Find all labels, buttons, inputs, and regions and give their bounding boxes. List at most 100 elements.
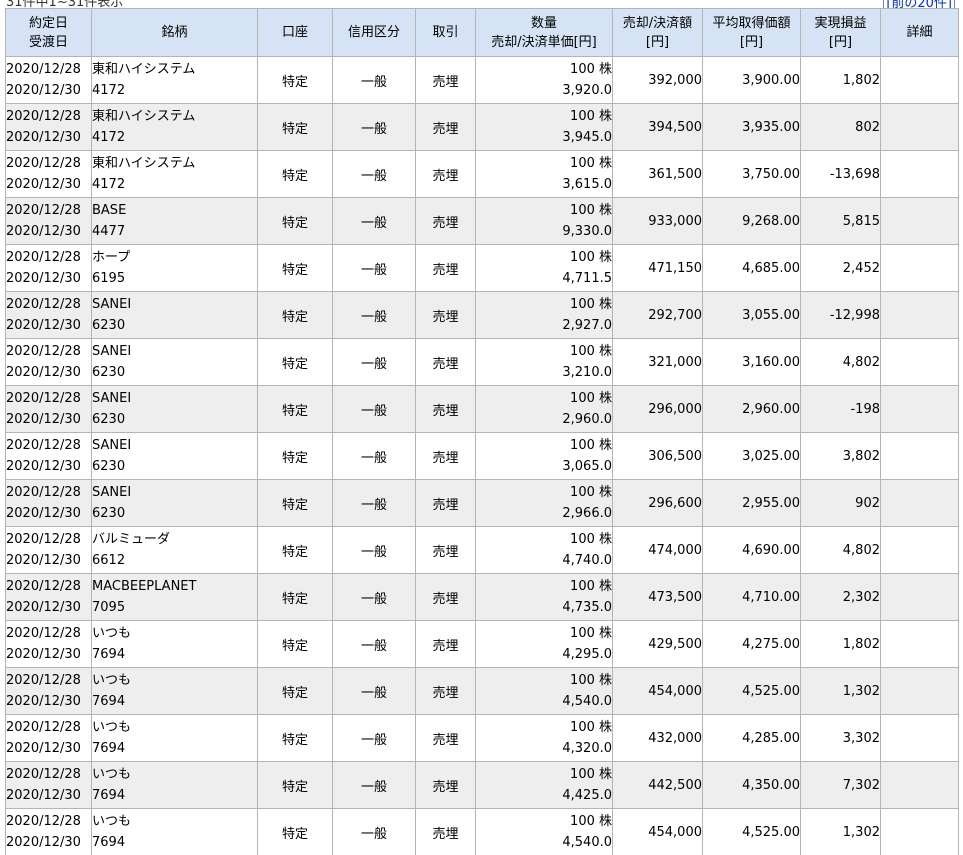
col-header-date: 約定日 受渡日 — [5, 8, 92, 57]
amount-cell: 306,500 — [612, 432, 703, 480]
avg-price-cell: 2,955.00 — [702, 479, 801, 527]
date-cell: 2020/12/28 2020/12/30 — [5, 244, 92, 292]
detail-cell[interactable] — [880, 573, 959, 621]
account-cell: 特定 — [257, 714, 333, 762]
date-cell: 2020/12/28 2020/12/30 — [5, 667, 92, 715]
qty-cell: 100 株 3,945.0 — [475, 103, 613, 151]
credit-cell: 一般 — [332, 620, 416, 668]
account-cell: 特定 — [257, 620, 333, 668]
detail-cell[interactable] — [880, 244, 959, 292]
account-cell: 特定 — [257, 291, 333, 339]
col-header-qty-line1: 数量 — [530, 15, 557, 31]
unit-price: 2,966.0 — [562, 506, 612, 521]
unit-price: 4,540.0 — [562, 694, 612, 709]
detail-cell[interactable] — [880, 761, 959, 809]
trade-date: 2020/12/28 — [6, 250, 81, 265]
unit-price: 3,920.0 — [562, 83, 612, 98]
trade-type-cell: 売埋 — [415, 620, 476, 668]
detail-cell[interactable] — [880, 479, 959, 527]
qty-cell: 100 株 2,927.0 — [475, 291, 613, 339]
detail-cell[interactable] — [880, 432, 959, 480]
stock-name: いつも — [92, 673, 132, 688]
detail-cell[interactable] — [880, 291, 959, 339]
pnl-cell: 2,302 — [800, 573, 881, 621]
qty-cell: 100 株 4,740.0 — [475, 526, 613, 574]
col-header-amount-line2: [円] — [645, 34, 670, 50]
trade-history-table: 約定日 受渡日 銘柄 口座 信用区分 取引 数量 売却/決済単価[円] 売却/決… — [5, 8, 959, 855]
pnl-cell: 802 — [800, 103, 881, 151]
qty-cell: 100 株 3,210.0 — [475, 338, 613, 386]
pnl-cell: -198 — [800, 385, 881, 433]
trade-type-cell: 売埋 — [415, 385, 476, 433]
qty-cell: 100 株 4,295.0 — [475, 620, 613, 668]
stock-code: 6612 — [92, 553, 126, 568]
stock-code: 7694 — [92, 835, 126, 850]
date-cell: 2020/12/28 2020/12/30 — [5, 197, 92, 245]
col-header-pnl-line1: 実現損益 — [814, 15, 867, 31]
trade-date: 2020/12/28 — [6, 579, 81, 594]
stock-code: 6230 — [92, 412, 126, 427]
unit-price: 4,295.0 — [562, 647, 612, 662]
date-cell: 2020/12/28 2020/12/30 — [5, 291, 92, 339]
detail-cell[interactable] — [880, 667, 959, 715]
detail-cell[interactable] — [880, 197, 959, 245]
stock-code: 6230 — [92, 318, 126, 333]
col-header-amount-line1: 売却/決済額 — [622, 15, 693, 31]
detail-cell[interactable] — [880, 338, 959, 386]
stock-cell: ホープ 6195 — [91, 244, 258, 292]
table-row: 2020/12/28 2020/12/30 SANEI 6230 特定 一般 売… — [5, 479, 959, 527]
settle-date: 2020/12/30 — [6, 835, 81, 850]
prev-page-link[interactable]: [前の20件] — [883, 0, 955, 8]
detail-cell[interactable] — [880, 808, 959, 855]
avg-price-cell: 9,268.00 — [702, 197, 801, 245]
amount-cell: 392,000 — [612, 56, 703, 104]
trade-date: 2020/12/28 — [6, 485, 81, 500]
col-header-pnl-line2: [円] — [828, 34, 853, 50]
stock-name: 東和ハイシステム — [92, 109, 196, 124]
unit-price: 4,320.0 — [562, 741, 612, 756]
table-row: 2020/12/28 2020/12/30 SANEI 6230 特定 一般 売… — [5, 291, 959, 339]
detail-cell[interactable] — [880, 385, 959, 433]
detail-cell[interactable] — [880, 150, 959, 198]
date-cell: 2020/12/28 2020/12/30 — [5, 526, 92, 574]
settle-date: 2020/12/30 — [6, 553, 81, 568]
stock-cell: いつも 7694 — [91, 620, 258, 668]
detail-cell[interactable] — [880, 714, 959, 762]
date-cell: 2020/12/28 2020/12/30 — [5, 385, 92, 433]
quantity: 100 株 — [570, 626, 612, 641]
stock-name: いつも — [92, 720, 132, 735]
stock-cell: バルミューダ 6612 — [91, 526, 258, 574]
col-header-qty: 数量 売却/決済単価[円] — [475, 8, 613, 57]
settle-date: 2020/12/30 — [6, 224, 81, 239]
settle-date: 2020/12/30 — [6, 271, 81, 286]
top-bar: 31件中1~31件表示 [前の20件] — [0, 0, 963, 8]
trade-type-cell: 売埋 — [415, 291, 476, 339]
account-cell: 特定 — [257, 761, 333, 809]
detail-cell[interactable] — [880, 526, 959, 574]
trade-date: 2020/12/28 — [6, 297, 81, 312]
table-row: 2020/12/28 2020/12/30 いつも 7694 特定 一般 売埋 … — [5, 808, 959, 855]
trade-date: 2020/12/28 — [6, 438, 81, 453]
stock-name: MACBEEPLANET — [92, 579, 197, 594]
trade-type-cell: 売埋 — [415, 150, 476, 198]
credit-cell: 一般 — [332, 573, 416, 621]
table-row: 2020/12/28 2020/12/30 東和ハイシステム 4172 特定 一… — [5, 150, 959, 198]
table-row: 2020/12/28 2020/12/30 東和ハイシステム 4172 特定 一… — [5, 103, 959, 151]
settle-date: 2020/12/30 — [6, 741, 81, 756]
stock-cell: SANEI 6230 — [91, 479, 258, 527]
credit-cell: 一般 — [332, 103, 416, 151]
stock-cell: いつも 7694 — [91, 808, 258, 855]
trade-type-cell: 売埋 — [415, 103, 476, 151]
avg-price-cell: 4,685.00 — [702, 244, 801, 292]
trade-date: 2020/12/28 — [6, 62, 81, 77]
col-header-trade: 取引 — [415, 8, 476, 57]
detail-cell[interactable] — [880, 620, 959, 668]
pnl-cell: 4,802 — [800, 338, 881, 386]
avg-price-cell: 3,025.00 — [702, 432, 801, 480]
table-row: 2020/12/28 2020/12/30 いつも 7694 特定 一般 売埋 … — [5, 761, 959, 809]
detail-cell[interactable] — [880, 56, 959, 104]
detail-cell[interactable] — [880, 103, 959, 151]
col-header-account: 口座 — [257, 8, 333, 57]
stock-cell: いつも 7694 — [91, 761, 258, 809]
trade-date: 2020/12/28 — [6, 109, 81, 124]
